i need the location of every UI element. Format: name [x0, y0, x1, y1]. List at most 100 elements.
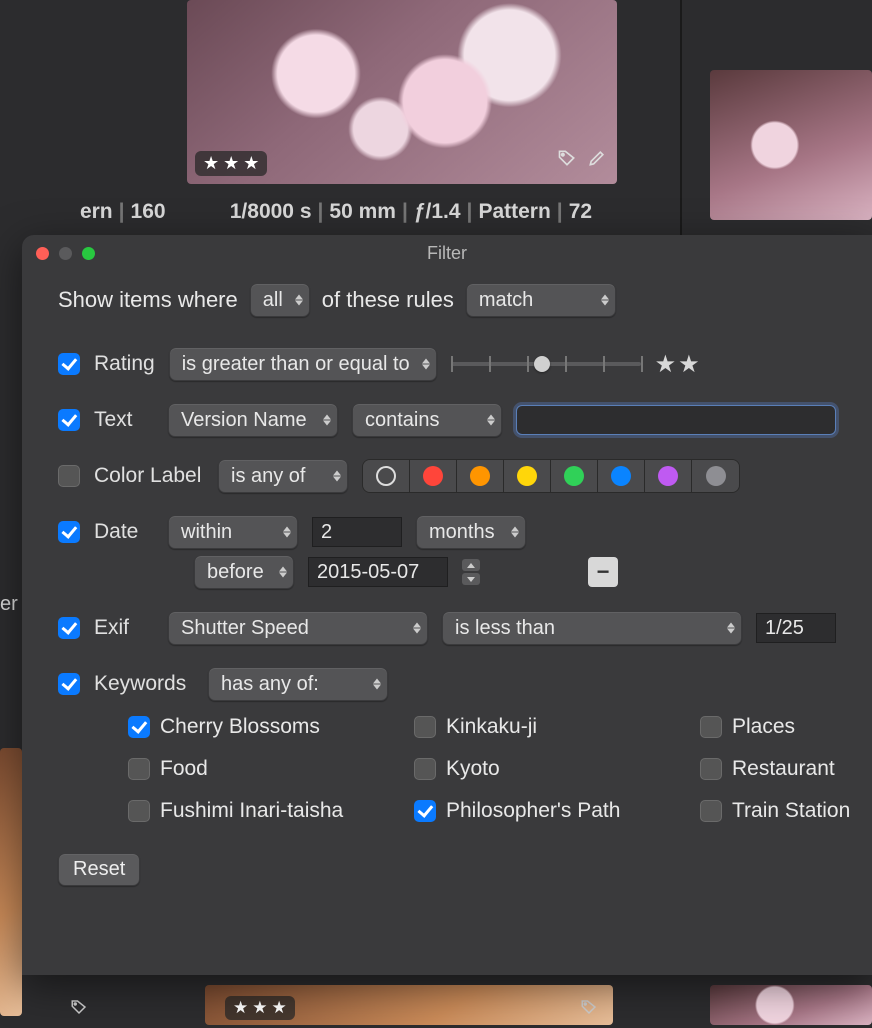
- rating-overlay: ★ ★ ★: [195, 151, 267, 176]
- swatch-blue[interactable]: [598, 460, 645, 492]
- rating-checkbox[interactable]: [58, 353, 80, 375]
- keyword-checkbox[interactable]: [414, 800, 436, 822]
- chevron-updown-icon: [323, 415, 331, 426]
- rule-date: Date within 2 months: [58, 515, 836, 549]
- text-label: Text: [94, 408, 154, 432]
- quantifier-select[interactable]: all: [250, 283, 310, 317]
- stepper-down-icon[interactable]: [462, 573, 480, 585]
- date-unit-select[interactable]: months: [416, 515, 526, 549]
- date-stepper[interactable]: [462, 559, 480, 585]
- tag-icon[interactable]: [70, 998, 88, 1022]
- date-relative-select[interactable]: before: [194, 555, 294, 589]
- swatch-gray[interactable]: [692, 460, 739, 492]
- chevron-updown-icon: [333, 471, 341, 482]
- count-value: 72: [569, 200, 592, 223]
- keyword-checkbox[interactable]: [128, 758, 150, 780]
- thumb-tag-icon-wrap: [580, 998, 598, 1022]
- keyword-item: Kyoto: [414, 757, 694, 781]
- keyword-checkbox[interactable]: [414, 758, 436, 780]
- thumbnail-bottom-right[interactable]: [710, 985, 872, 1025]
- keyword-checkbox[interactable]: [700, 716, 722, 738]
- text-op-value: contains: [365, 409, 440, 432]
- star-icon: ★: [678, 350, 700, 379]
- match-mode-value: match: [479, 289, 533, 312]
- exif-field-select[interactable]: Shutter Speed: [168, 611, 428, 645]
- stepper-up-icon[interactable]: [462, 559, 480, 571]
- keyword-label: Fushimi Inari-taisha: [160, 799, 343, 823]
- date-label: Date: [94, 520, 154, 544]
- date-checkbox[interactable]: [58, 521, 80, 543]
- keywords-checkbox[interactable]: [58, 673, 80, 695]
- date-amount-input[interactable]: 2: [312, 517, 402, 547]
- rule-text: Text Version Name contains: [58, 403, 836, 437]
- tag-icon[interactable]: [580, 998, 598, 1022]
- window-close-button[interactable]: [36, 247, 49, 260]
- swatch-orange[interactable]: [457, 460, 504, 492]
- text-field-value: Version Name: [181, 409, 307, 432]
- keyword-item: Restaurant: [700, 757, 872, 781]
- thumb-tag-icon-wrap: [70, 998, 88, 1022]
- panel-title: Filter: [427, 243, 467, 263]
- keyword-checkbox[interactable]: [700, 800, 722, 822]
- keyword-label: Philosopher's Path: [446, 799, 620, 823]
- edit-icon[interactable]: [587, 148, 607, 174]
- thumbnail-main[interactable]: ★ ★ ★: [187, 0, 617, 184]
- rating-op-select[interactable]: is greater than or equal to: [169, 347, 437, 381]
- star-icon: ★: [223, 154, 239, 172]
- chevron-updown-icon: [295, 295, 303, 306]
- keyword-checkbox[interactable]: [128, 716, 150, 738]
- chevron-updown-icon: [413, 623, 421, 634]
- exif-op-select[interactable]: is less than: [442, 611, 742, 645]
- text-value-input[interactable]: [516, 405, 836, 435]
- rating-slider[interactable]: [451, 352, 641, 376]
- color-label-checkbox[interactable]: [58, 465, 80, 487]
- chevron-updown-icon: [727, 623, 735, 634]
- color-label-op-select[interactable]: is any of: [218, 459, 348, 493]
- text-checkbox[interactable]: [58, 409, 80, 431]
- text-field-select[interactable]: Version Name: [168, 403, 338, 437]
- header-middle: of these rules: [322, 287, 454, 313]
- rating-op-value: is greater than or equal to: [182, 353, 410, 376]
- metering-value: Pattern: [478, 200, 550, 223]
- tag-icon[interactable]: [557, 148, 577, 174]
- swatch-yellow[interactable]: [504, 460, 551, 492]
- chevron-updown-icon: [487, 415, 495, 426]
- keyword-label: Cherry Blossoms: [160, 715, 320, 739]
- reset-button[interactable]: Reset: [58, 853, 140, 886]
- shutter-value: 1/8000 s: [230, 200, 312, 223]
- exif-field-value: Shutter Speed: [181, 617, 309, 640]
- keyword-checkbox[interactable]: [414, 716, 436, 738]
- keywords-label: Keywords: [94, 672, 194, 696]
- rule-rating: Rating is greater than or equal to ★: [58, 347, 836, 381]
- swatch-purple[interactable]: [645, 460, 692, 492]
- aperture-value: ƒ/1.4: [414, 200, 461, 223]
- exif-value-input[interactable]: 1/25: [756, 613, 836, 643]
- date-op-value: within: [181, 521, 232, 544]
- date-op-select[interactable]: within: [168, 515, 298, 549]
- thumbnail-actions: [557, 148, 607, 174]
- rule-date-sub: before 2015-05-07 −: [194, 555, 836, 589]
- keyword-label: Food: [160, 757, 208, 781]
- keyword-label: Restaurant: [732, 757, 835, 781]
- swatch-red[interactable]: [410, 460, 457, 492]
- filter-header-row: Show items where all of these rules matc…: [58, 283, 836, 317]
- thumbnail-right[interactable]: [710, 70, 872, 220]
- panel-titlebar: Filter: [22, 235, 872, 271]
- keyword-checkbox[interactable]: [700, 758, 722, 780]
- text-op-select[interactable]: contains: [352, 403, 502, 437]
- keyword-checkbox[interactable]: [128, 800, 150, 822]
- window-zoom-button[interactable]: [82, 247, 95, 260]
- thumbnail-bottom-left[interactable]: [0, 748, 22, 1016]
- keyword-item: Philosopher's Path: [414, 799, 694, 823]
- remove-rule-button[interactable]: −: [588, 557, 618, 587]
- swatch-green[interactable]: [551, 460, 598, 492]
- focal-value: 50 mm: [329, 200, 396, 223]
- date-relative-value: before: [207, 561, 264, 584]
- window-minimize-button[interactable]: [59, 247, 72, 260]
- swatch-none[interactable]: [363, 460, 410, 492]
- keywords-op-select[interactable]: has any of:: [208, 667, 388, 701]
- date-value-input[interactable]: 2015-05-07: [308, 557, 448, 587]
- match-mode-select[interactable]: match: [466, 283, 616, 317]
- rule-keywords: Keywords has any of:: [58, 667, 836, 701]
- exif-checkbox[interactable]: [58, 617, 80, 639]
